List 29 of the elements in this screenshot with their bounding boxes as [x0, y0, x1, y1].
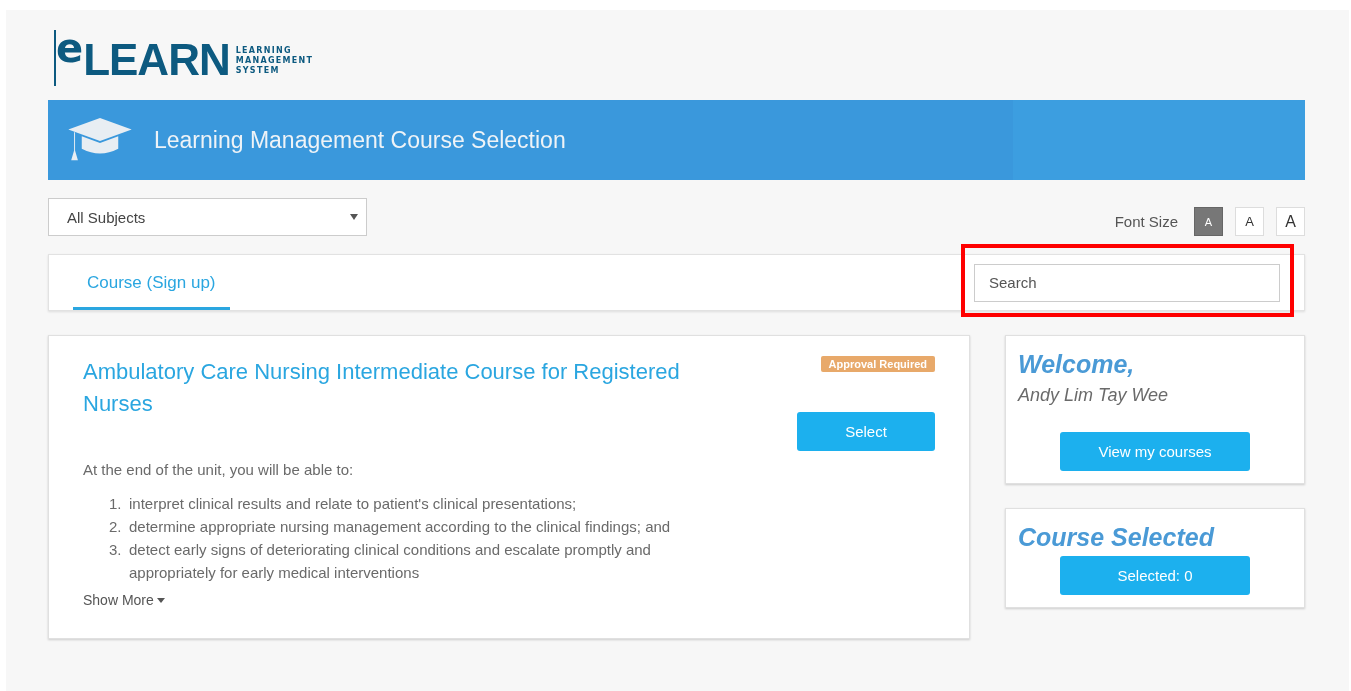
select-button[interactable]: Select — [797, 412, 935, 451]
font-size-label: Font Size — [1114, 213, 1178, 230]
list-number: 1. — [109, 494, 123, 514]
logo-mark: e — [54, 30, 84, 86]
list-number: 2. — [109, 517, 123, 537]
outcome-text: determine appropriate nursing management according to the clinical findings; and — [129, 517, 672, 537]
list-number: 3. — [109, 540, 123, 560]
logo-tagline: LEARNING MANAGEMENT SYSTEM — [235, 46, 314, 76]
outcome-text: detect early signs of deteriorating clinical conditions and escalate promptly and appropriately for early medical interventions — [129, 540, 652, 583]
font-size-button[interactable]: A — [1235, 207, 1264, 236]
course-title[interactable]: Ambulatory Care Nursing Intermediate Course for Registered Nurses — [83, 356, 733, 451]
banner-title: Learning Management Course Selection — [154, 126, 566, 154]
caret-icon — [350, 214, 358, 220]
selected-count-button[interactable]: Selected: 0 — [1060, 556, 1250, 595]
outcome-text: interpret clinical results and relate to patient's clinical presentations; — [129, 494, 578, 514]
search-field[interactable]: Search — [974, 263, 1280, 302]
font-size-button[interactable]: A — [1276, 207, 1305, 236]
intro-text: At the end of the unit, you will be able to: — [83, 461, 355, 478]
course-tab[interactable]: Course (Sign up) — [73, 258, 230, 310]
selected-heading: Course Selected — [1018, 523, 1216, 552]
caret-icon — [156, 597, 165, 603]
user-name: Andy Lim Tay Wee — [1018, 385, 1170, 406]
subject-dropdown[interactable]: All Subjects — [48, 198, 367, 236]
logo-wordmark: LEARN — [83, 40, 230, 80]
font-size-button[interactable]: A — [1194, 207, 1223, 236]
welcome-heading: Welcome, — [1018, 350, 1136, 379]
approval-badge: Approval Required — [820, 356, 935, 372]
show-more-link[interactable]: Show More — [83, 592, 165, 608]
view-courses-button[interactable]: View my courses — [1060, 432, 1250, 471]
